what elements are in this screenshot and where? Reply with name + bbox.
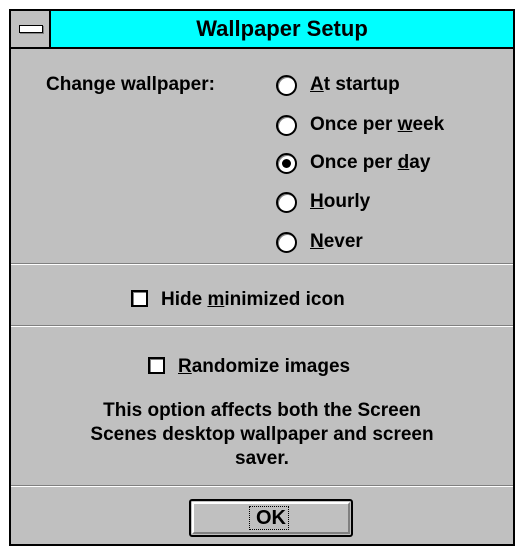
section-divider: [11, 485, 513, 487]
note-line: This option affects both the Screen: [103, 400, 421, 421]
radio-label-once-per-week: Once per week: [310, 114, 445, 135]
hide-minimized-icon-checkbox-row[interactable]: Hide minimized icon: [131, 289, 401, 313]
wallpaper-setup-dialog: Wallpaper Setup Change wallpaper: At sta…: [9, 9, 515, 546]
radio-button-icon[interactable]: [276, 115, 297, 136]
hide-minimized-icon-label: Hide minimized icon: [161, 289, 345, 310]
note-line: Scenes desktop wallpaper and screen: [90, 424, 434, 445]
section-divider: [11, 325, 513, 327]
change-wallpaper-label: Change wallpaper:: [46, 74, 215, 95]
radio-selected-dot-icon: [282, 159, 291, 168]
checkbox-icon[interactable]: [148, 357, 165, 374]
system-menu-button[interactable]: [11, 11, 51, 47]
title-bar[interactable]: Wallpaper Setup: [11, 11, 513, 49]
randomize-images-label: Randomize images: [178, 356, 351, 377]
radio-label-never: Never: [310, 231, 363, 252]
ok-button[interactable]: OK: [189, 499, 353, 537]
randomize-note-text: This option affects both the Screen Scen…: [31, 399, 493, 471]
radio-button-icon[interactable]: [276, 153, 297, 174]
radio-button-icon[interactable]: [276, 232, 297, 253]
radio-button-icon[interactable]: [276, 75, 297, 96]
note-line: saver.: [235, 448, 289, 469]
system-menu-icon: [19, 25, 43, 33]
checkbox-icon[interactable]: [131, 290, 148, 307]
radio-label-hourly: Hourly: [310, 191, 371, 212]
radio-button-icon[interactable]: [276, 192, 297, 213]
dialog-title: Wallpaper Setup: [196, 16, 368, 41]
radio-label-at-startup: At startup: [310, 74, 400, 95]
randomize-images-checkbox-row[interactable]: Randomize images: [148, 356, 398, 380]
section-divider: [11, 263, 513, 265]
radio-label-once-per-day: Once per day: [310, 152, 431, 173]
ok-button-label: OK: [256, 507, 286, 529]
